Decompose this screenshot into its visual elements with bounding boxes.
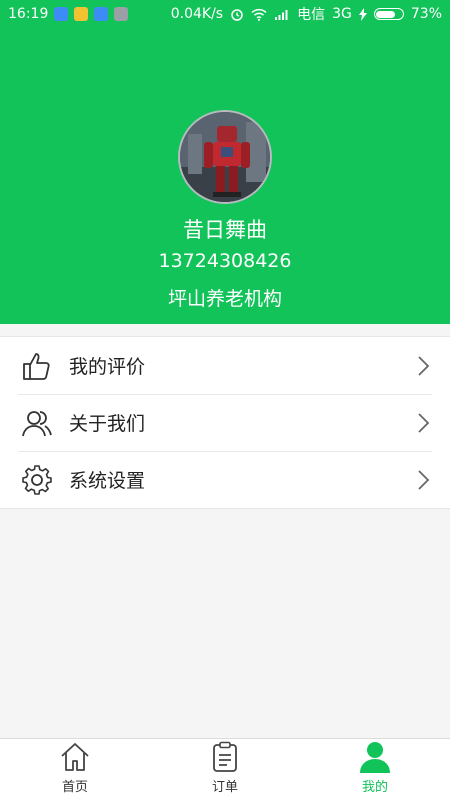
menu-item-settings[interactable]: 系统设置 bbox=[0, 451, 450, 508]
battery-percent: 73% bbox=[410, 6, 442, 22]
people-icon bbox=[20, 406, 54, 440]
avatar-image bbox=[180, 112, 270, 202]
user-icon bbox=[360, 742, 390, 773]
thumbs-up-icon bbox=[20, 349, 54, 383]
menu-item-label: 系统设置 bbox=[69, 470, 146, 492]
notification-app-icon bbox=[54, 7, 69, 21]
wifi-icon bbox=[251, 8, 267, 21]
battery-icon bbox=[373, 8, 404, 20]
notification-app-icon bbox=[94, 7, 109, 21]
chevron-right-icon bbox=[418, 469, 430, 490]
status-bar: 16:19 0.04K/s 电信 3G 73% bbox=[0, 0, 450, 28]
profile-name: 昔日舞曲 bbox=[183, 218, 267, 242]
menu-item-my-reviews[interactable]: 我的评价 bbox=[0, 337, 450, 394]
order-icon bbox=[213, 741, 237, 772]
gear-icon bbox=[20, 463, 54, 497]
profile-phone: 13724308426 bbox=[158, 250, 292, 272]
menu-item-about-us[interactable]: 关于我们 bbox=[0, 394, 450, 451]
signal-icon bbox=[275, 10, 288, 20]
chevron-right-icon bbox=[418, 412, 430, 433]
notification-app-icon bbox=[114, 7, 129, 21]
charging-icon bbox=[358, 7, 367, 21]
tab-label: 订单 bbox=[211, 780, 238, 795]
tab-mine[interactable]: 我的 bbox=[300, 739, 450, 800]
tab-orders[interactable]: 订单 bbox=[150, 739, 300, 800]
network-type: 3G bbox=[332, 6, 352, 22]
notification-app-icon bbox=[74, 7, 89, 21]
chevron-right-icon bbox=[418, 355, 430, 376]
tab-label: 首页 bbox=[61, 780, 88, 795]
net-speed: 0.04K/s bbox=[170, 6, 224, 22]
alarm-icon bbox=[231, 9, 243, 21]
tab-label: 我的 bbox=[361, 780, 388, 795]
menu-item-label: 我的评价 bbox=[69, 356, 146, 378]
menu-list: 我的评价 关于我们 系统设置 bbox=[0, 336, 450, 509]
home-icon bbox=[61, 743, 89, 771]
carrier: 电信 bbox=[297, 7, 326, 23]
avatar[interactable] bbox=[178, 110, 272, 204]
profile-org: 坪山养老机构 bbox=[167, 288, 282, 310]
status-time: 16:19 bbox=[8, 6, 49, 22]
menu-item-label: 关于我们 bbox=[69, 413, 146, 435]
tab-home[interactable]: 首页 bbox=[0, 739, 150, 800]
bottom-tab-bar: 首页 订单 我的 bbox=[0, 738, 450, 800]
